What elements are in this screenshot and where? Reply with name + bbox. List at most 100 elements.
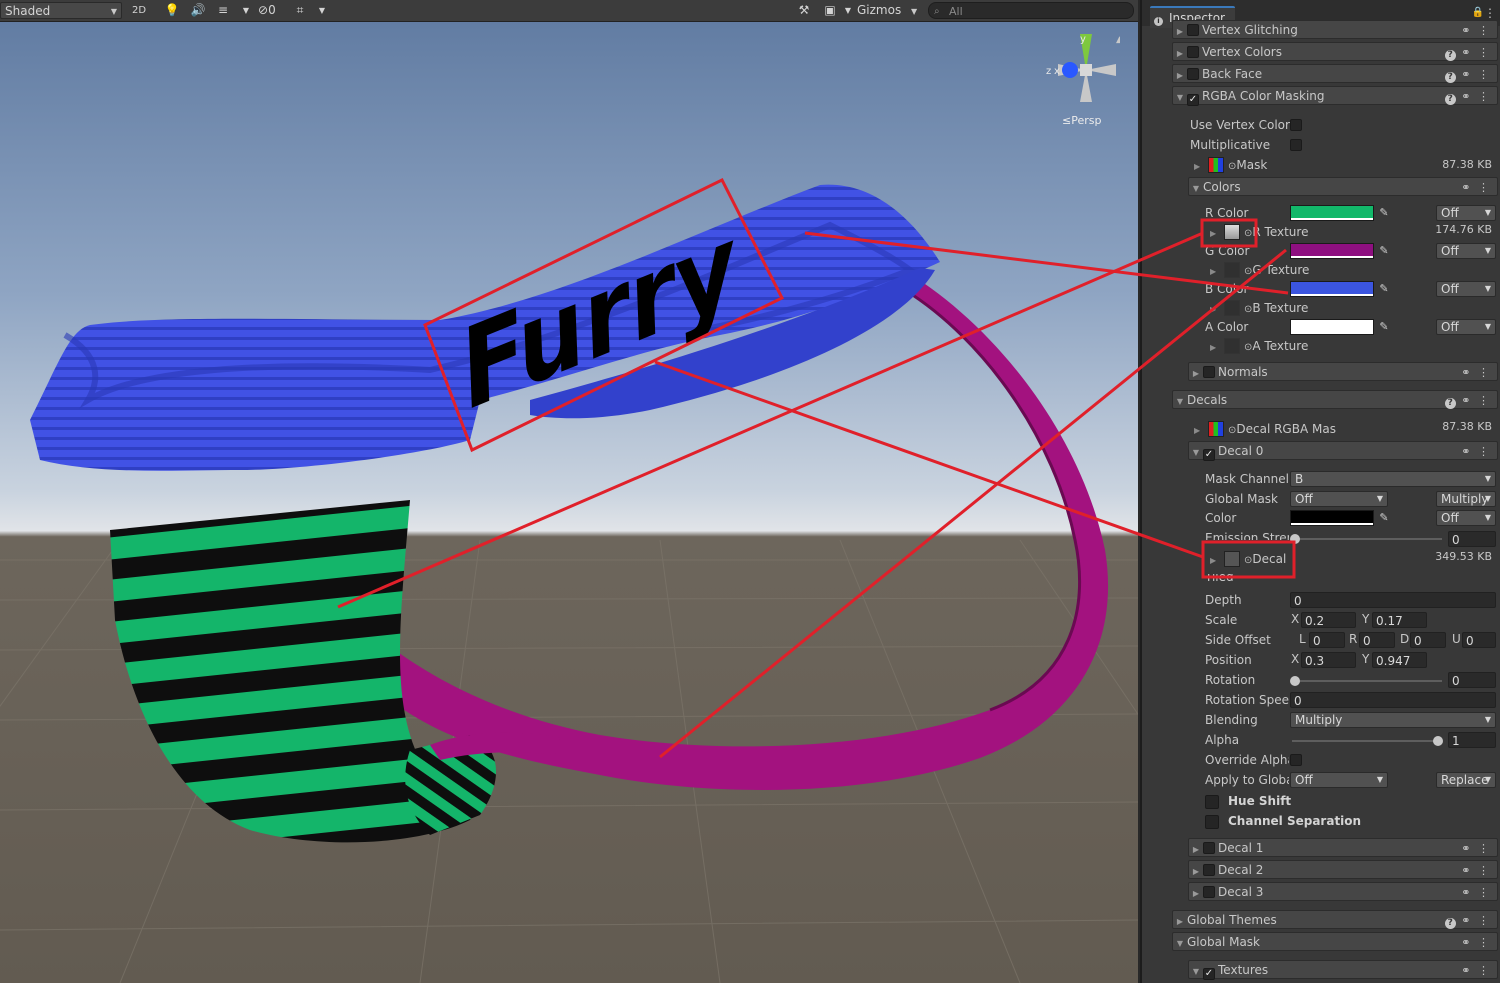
link-icon[interactable]: ⚭ [1461,46,1472,59]
help-icon[interactable]: ? [1444,94,1456,105]
side-offset-r-field[interactable]: 0 [1359,632,1395,648]
lock-icon[interactable]: 🔒 [1472,7,1484,18]
section-decal-1[interactable]: ▶ Decal 1 ⚭ ⋮ [1188,838,1498,857]
section-global-mask[interactable]: ▼ Global Mask ⚭ ⋮ [1172,932,1498,951]
alpha-value-field[interactable]: 1 [1448,732,1496,748]
shading-mode-dropdown[interactable]: Shaded ▼ [0,2,122,19]
section-textures[interactable]: ▼ ✓ Textures ⚭ ⋮ [1188,960,1498,980]
link-icon[interactable]: ⚭ [1461,886,1472,899]
decal-3-checkbox[interactable] [1203,886,1215,898]
position-y-field[interactable]: 0.947 [1372,652,1427,668]
link-icon[interactable]: ⚭ [1461,181,1472,194]
apply-global-dropdown[interactable]: Off ▼ [1290,772,1388,788]
scene-search-input[interactable]: ⌕ All [928,2,1134,19]
rotation-value-field[interactable]: 0 [1448,672,1496,688]
link-icon[interactable]: ⚭ [1461,394,1472,407]
more-icon[interactable]: ⋮ [1478,842,1491,855]
b-color-swatch[interactable] [1290,281,1374,297]
orientation-gizmo[interactable]: y z x ▲ [1044,30,1120,110]
eyedropper-icon[interactable]: ✎ [1376,319,1392,335]
rotation-speed-field[interactable]: 0 [1290,692,1496,708]
hue-shift-label[interactable]: Hue Shift [1228,791,1291,811]
emission-slider-knob[interactable] [1290,534,1300,544]
g-texture-thumbnail[interactable] [1223,262,1240,278]
link-icon[interactable]: ⚭ [1461,90,1472,103]
a-texture-thumbnail[interactable] [1223,338,1240,354]
b-texture-row[interactable]: ▶ ⊙B Texture [1210,298,1498,318]
section-colors[interactable]: ▼ Colors ⚭ ⋮ [1188,177,1498,196]
section-vertex-colors[interactable]: ▶ Vertex Colors ? ⚭ ⋮ [1172,42,1498,61]
r-color-mode-dropdown[interactable]: Off ▼ [1436,205,1496,221]
help-icon[interactable]: ? [1444,72,1456,83]
more-icon[interactable]: ⋮ [1478,90,1491,103]
section-normals[interactable]: ▶ Normals ⚭ ⋮ [1188,362,1498,381]
mask-channel-dropdown[interactable]: B ▼ [1290,471,1496,487]
emission-slider-track[interactable] [1292,538,1442,540]
more-icon[interactable]: ⋮ [1484,6,1496,20]
decal-2-checkbox[interactable] [1203,864,1215,876]
apply-global-mode-dropdown[interactable]: Replace ▼ [1436,772,1496,788]
decal-0-checkbox[interactable]: ✓ [1203,449,1215,461]
link-icon[interactable]: ⚭ [1461,842,1472,855]
link-icon[interactable]: ⚭ [1461,914,1472,927]
decal-mask-thumbnail[interactable] [1207,421,1224,437]
mask-texture-thumbnail[interactable] [1207,157,1224,173]
global-mask-dropdown[interactable]: Off ▼ [1290,491,1388,507]
more-icon[interactable]: ⋮ [1478,886,1491,899]
eyedropper-icon[interactable]: ✎ [1376,205,1392,221]
position-x-field[interactable]: 0.3 [1301,652,1356,668]
side-offset-l-field[interactable]: 0 [1309,632,1345,648]
gizmos-dropdown[interactable]: Gizmos ▼ [857,2,921,19]
help-icon[interactable]: ? [1444,398,1456,409]
link-icon[interactable]: ⚭ [1461,68,1472,81]
more-icon[interactable]: ⋮ [1478,366,1491,379]
back-face-checkbox[interactable] [1187,68,1199,80]
mask-texture-row[interactable]: ▶ ⊙Mask 87.38 KB [1194,155,1498,175]
more-icon[interactable]: ⋮ [1478,181,1491,194]
more-icon[interactable]: ⋮ [1478,864,1491,877]
decal-1-checkbox[interactable] [1203,842,1215,854]
g-color-mode-dropdown[interactable]: Off ▼ [1436,243,1496,259]
section-decals[interactable]: ▼ Decals ? ⚭ ⋮ [1172,390,1498,409]
rgba-masking-checkbox[interactable]: ✓ [1187,94,1199,106]
alpha-slider-knob[interactable] [1433,736,1443,746]
link-icon[interactable]: ⚭ [1461,864,1472,877]
more-icon[interactable]: ⋮ [1478,936,1491,949]
more-icon[interactable]: ⋮ [1478,68,1491,81]
section-rgba-color-masking[interactable]: ▼ ✓ RGBA Color Masking ? ⚭ ⋮ [1172,86,1498,106]
multiplicative-checkbox[interactable] [1290,139,1302,151]
2d-toggle-button[interactable]: 2D [127,2,151,19]
blending-dropdown[interactable]: Multiply ▼ [1290,712,1496,728]
a-color-mode-dropdown[interactable]: Off ▼ [1436,319,1496,335]
g-color-swatch[interactable] [1290,243,1374,259]
decal-color-swatch[interactable] [1290,510,1374,526]
more-icon[interactable]: ⋮ [1478,394,1491,407]
textures-checkbox[interactable]: ✓ [1203,968,1215,980]
a-color-swatch[interactable] [1290,319,1374,335]
side-offset-u-field[interactable]: 0 [1462,632,1496,648]
more-icon[interactable]: ⋮ [1478,914,1491,927]
audio-icon[interactable]: 🔊 [186,2,210,19]
scale-x-field[interactable]: 0.2 [1301,612,1356,628]
grid-icon[interactable]: ⌗ [288,2,312,19]
section-back-face[interactable]: ▶ Back Face ? ⚭ ⋮ [1172,64,1498,83]
more-icon[interactable]: ⋮ [1478,964,1491,977]
hidden-objects-toggle[interactable]: ⊘0 [258,2,286,19]
more-icon[interactable]: ⋮ [1478,24,1491,37]
eyedropper-icon[interactable]: ✎ [1376,243,1392,259]
link-icon[interactable]: ⚭ [1461,24,1472,37]
help-icon[interactable]: ? [1444,918,1456,929]
channel-separation-label[interactable]: Channel Separation [1228,811,1361,831]
section-vertex-glitching[interactable]: ▶ Vertex Glitching ⚭ ⋮ [1172,20,1498,39]
eyedropper-icon[interactable]: ✎ [1376,281,1392,297]
use-vertex-colors-checkbox[interactable] [1290,119,1302,131]
link-icon[interactable]: ⚭ [1461,936,1472,949]
rotation-slider-track[interactable] [1292,680,1442,682]
decal-texture-thumbnail[interactable] [1223,551,1240,567]
channel-separation-checkbox[interactable] [1205,815,1219,829]
section-global-themes[interactable]: ▶ Global Themes ? ⚭ ⋮ [1172,910,1498,929]
more-icon[interactable]: ⋮ [1478,46,1491,59]
scene-view[interactable]: Furry y z x ▲ ≤Persp [0,0,1138,983]
vertex-colors-checkbox[interactable] [1187,46,1199,58]
link-icon[interactable]: ⚭ [1461,445,1472,458]
